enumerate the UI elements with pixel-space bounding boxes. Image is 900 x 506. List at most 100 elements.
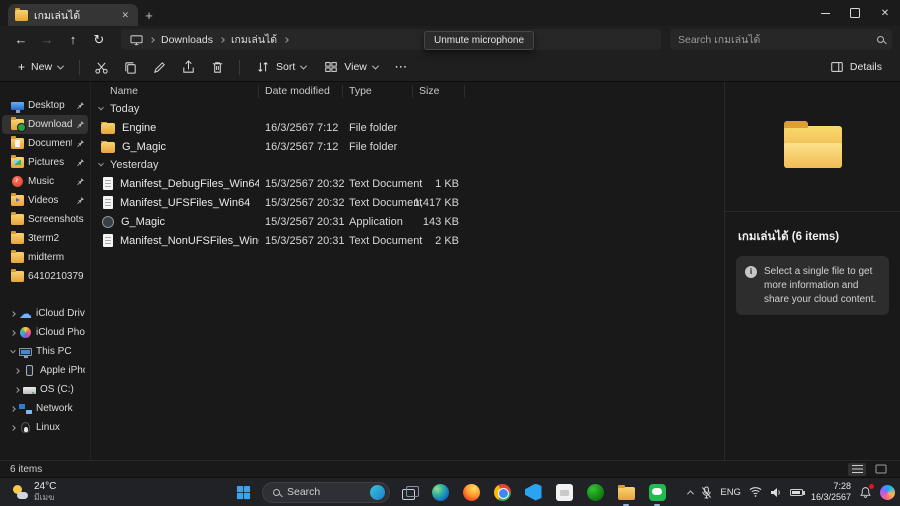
sidebar-item-icloud-drive[interactable]: ☁ iCloud Drive <box>2 304 88 323</box>
chevron-right-icon[interactable] <box>10 329 16 336</box>
large-icons-view-toggle[interactable] <box>872 463 890 476</box>
refresh-button[interactable]: ↻ <box>86 29 112 51</box>
view-button[interactable]: View <box>316 55 386 79</box>
sidebar-item-6410210379[interactable]: 6410210379 <box>2 267 88 286</box>
info-card: i Select a single file to get more infor… <box>736 256 889 316</box>
file-date: 15/3/2567 20:31 <box>265 234 345 247</box>
breadcrumb-current-folder[interactable]: เกมเล่นได้ <box>231 31 277 48</box>
preview-thumbnail-area <box>725 82 900 212</box>
store-button[interactable] <box>552 478 576 506</box>
file-type: Application <box>349 215 403 228</box>
wifi-button[interactable] <box>749 486 762 498</box>
new-tab-button[interactable]: + <box>138 4 160 26</box>
breadcrumb-downloads[interactable]: Downloads <box>161 34 213 46</box>
chrome-icon <box>493 483 511 501</box>
back-button[interactable]: ← <box>8 29 34 51</box>
sidebar-item-desktop[interactable]: Desktop <box>2 96 88 115</box>
tab-title: เกมเล่นได้ <box>34 9 81 22</box>
file-row[interactable]: Manifest_NonUFSFiles_Win64 15/3/2567 20:… <box>91 231 724 250</box>
pin-icon <box>77 197 84 204</box>
sidebar-item-apple-iphone[interactable]: Apple iPhone <box>2 361 88 380</box>
search-box[interactable] <box>670 29 892 50</box>
column-header-name[interactable]: Name <box>91 84 259 98</box>
explorer-tab[interactable]: เกมเล่นได้ ✕ <box>8 4 138 26</box>
microphone-icon <box>702 485 712 499</box>
delete-button[interactable] <box>204 55 231 79</box>
details-pane-button[interactable]: Details <box>822 55 890 79</box>
microphone-muted-button[interactable] <box>701 485 712 499</box>
file-row[interactable]: Manifest_DebugFiles_Win64 15/3/2567 20:3… <box>91 174 724 193</box>
file-date: 16/3/2567 7:12 <box>265 140 339 153</box>
sidebar-item-linux[interactable]: Linux <box>2 418 88 437</box>
maximize-button[interactable] <box>840 0 870 26</box>
chrome-button[interactable] <box>490 478 514 506</box>
share-button[interactable] <box>175 55 202 79</box>
volume-button[interactable] <box>770 487 782 498</box>
sidebar-item-pictures[interactable]: Pictures <box>2 153 88 172</box>
sidebar-item-documents[interactable]: Documents <box>2 134 88 153</box>
file-row[interactable]: G_Magic 15/3/2567 20:31 Application 143 … <box>91 212 724 231</box>
sidebar-item-label: This PC <box>36 346 72 357</box>
details-view-toggle[interactable] <box>848 462 866 476</box>
file-row[interactable]: Engine 16/3/2567 7:12 File folder <box>91 118 724 137</box>
sidebar-item-music[interactable]: Music <box>2 172 88 191</box>
sidebar-item-3term2[interactable]: 3term2 <box>2 229 88 248</box>
search-input[interactable] <box>678 33 877 46</box>
file-name: Manifest_NonUFSFiles_Win64 <box>120 234 259 247</box>
sidebar-item-midterm[interactable]: midterm <box>2 248 88 267</box>
rename-button[interactable] <box>146 55 173 79</box>
forward-button[interactable]: → <box>34 29 60 51</box>
taskbar-search[interactable]: Search <box>262 481 390 503</box>
copy-button[interactable] <box>117 55 144 79</box>
vscode-button[interactable] <box>521 478 545 506</box>
battery-button[interactable] <box>789 488 805 496</box>
file-row[interactable]: Manifest_UFSFiles_Win64 15/3/2567 20:32 … <box>91 193 724 212</box>
chevron-right-icon[interactable] <box>10 424 16 431</box>
desktop-icon <box>11 102 24 113</box>
edge-button[interactable] <box>428 478 452 506</box>
notifications-button[interactable] <box>859 483 874 499</box>
sidebar-item-os-c[interactable]: OS (C:) <box>2 380 88 399</box>
chevron-right-icon[interactable] <box>14 367 20 374</box>
search-icon <box>877 36 884 43</box>
file-explorer-button[interactable] <box>614 478 638 506</box>
xbox-button[interactable] <box>583 478 607 506</box>
hidden-icons-button[interactable] <box>687 489 695 497</box>
file-row[interactable]: G_Magic 16/3/2567 7:12 File folder <box>91 137 724 156</box>
sidebar-item-icloud-photos[interactable]: iCloud Photos <box>2 323 88 342</box>
copilot-button[interactable] <box>880 484 895 500</box>
file-name: G_Magic <box>121 215 166 228</box>
chevron-down-icon[interactable] <box>10 347 16 353</box>
sidebar-item-screenshots[interactable]: Screenshots <box>2 210 88 229</box>
task-view-button[interactable] <box>397 478 421 506</box>
chevron-right-icon[interactable] <box>10 405 16 412</box>
column-header-size[interactable]: Size <box>413 84 465 98</box>
close-button[interactable]: ✕ <box>870 0 900 26</box>
tab-close-icon[interactable]: ✕ <box>119 10 131 21</box>
more-options-button[interactable]: ⋯ <box>388 55 415 79</box>
sidebar-item-network[interactable]: Network <box>2 399 88 418</box>
sidebar-item-downloads[interactable]: Downloads <box>2 115 88 134</box>
sort-button[interactable]: Sort <box>248 55 314 79</box>
column-header-date-modified[interactable]: Date modified <box>259 84 343 98</box>
language-indicator[interactable]: ENG <box>720 487 741 498</box>
messaging-app-button[interactable] <box>645 478 669 506</box>
group-header-yesterday[interactable]: Yesterday <box>91 156 724 174</box>
chevron-right-icon[interactable] <box>14 386 20 393</box>
chevron-right-icon[interactable] <box>10 310 16 317</box>
cut-button[interactable] <box>88 55 115 79</box>
delete-icon <box>212 61 223 73</box>
group-header-today[interactable]: Today <box>91 100 724 118</box>
weather-widget[interactable]: 24°C มีเมฆ <box>6 478 62 506</box>
sidebar-item-videos[interactable]: Videos <box>2 191 88 210</box>
up-button[interactable]: ↑ <box>60 29 86 51</box>
new-button[interactable]: + New <box>10 55 71 79</box>
column-header-type[interactable]: Type <box>343 84 413 98</box>
firefox-button[interactable] <box>459 478 483 506</box>
text-document-icon <box>103 177 113 190</box>
sidebar-item-this-pc[interactable]: This PC <box>2 342 88 361</box>
minimize-button[interactable] <box>810 0 840 26</box>
start-button[interactable] <box>231 478 255 506</box>
address-bar[interactable]: Downloads เกมเล่นได้ <box>121 29 661 50</box>
clock[interactable]: 7:28 16/3/2567 <box>811 481 851 503</box>
